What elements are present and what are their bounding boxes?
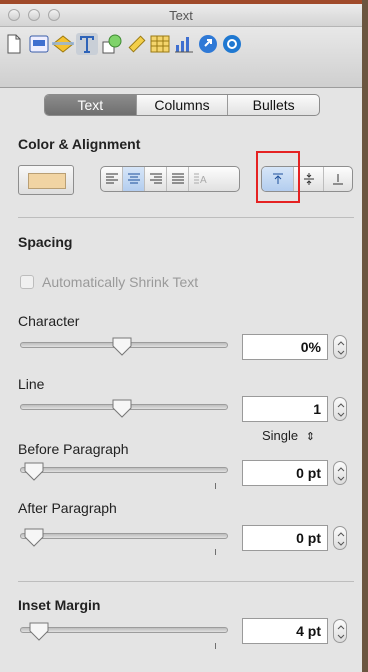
spacing-heading: Spacing <box>18 234 73 250</box>
slider-tick <box>215 549 216 555</box>
after-paragraph-slider-track[interactable] <box>20 533 228 539</box>
before-paragraph-slider-thumb[interactable] <box>24 462 44 482</box>
graphic-icon[interactable] <box>101 33 123 55</box>
after-paragraph-slider-thumb[interactable] <box>24 528 44 548</box>
divider <box>18 581 354 582</box>
background-strip-right <box>362 0 368 672</box>
inset-margin-slider-track[interactable] <box>20 627 228 633</box>
line-stepper[interactable] <box>333 397 347 421</box>
quicktime-icon[interactable] <box>221 33 243 55</box>
document-icon[interactable] <box>3 33 25 55</box>
after-paragraph-label: After Paragraph <box>18 500 117 516</box>
align-natural-button[interactable]: A <box>189 167 215 191</box>
shrink-text-label: Automatically Shrink Text <box>42 274 199 290</box>
text-color-swatch <box>28 173 66 189</box>
link-icon[interactable] <box>197 33 219 55</box>
inset-margin-slider-thumb[interactable] <box>29 622 49 642</box>
align-left-button[interactable] <box>101 167 123 191</box>
before-paragraph-value-field[interactable]: 0 pt <box>242 460 328 486</box>
before-paragraph-label: Before Paragraph <box>18 441 129 457</box>
table-icon[interactable] <box>149 33 171 55</box>
divider <box>18 217 354 218</box>
wrap-icon[interactable] <box>52 33 74 55</box>
character-label: Character <box>18 313 80 329</box>
inspector-tabs: Text Columns Bullets <box>44 94 320 116</box>
before-paragraph-slider-track[interactable] <box>20 467 228 473</box>
align-center-button[interactable] <box>123 167 145 191</box>
line-spacing-type-value: Single <box>262 428 299 443</box>
line-slider-thumb[interactable] <box>112 399 132 419</box>
inset-margin-value-field[interactable]: 4 pt <box>242 618 328 644</box>
metrics-icon[interactable] <box>125 33 147 55</box>
horizontal-alignment-group: A <box>100 166 240 192</box>
inset-margin-stepper[interactable] <box>333 619 347 643</box>
layout-icon[interactable] <box>28 33 50 55</box>
slider-tick <box>215 643 216 649</box>
shrink-text-checkbox[interactable] <box>20 275 34 289</box>
text-color-well[interactable] <box>18 165 74 195</box>
align-bottom-button[interactable] <box>324 167 352 191</box>
titlebar: Text <box>0 4 362 27</box>
window-title: Text <box>169 8 193 23</box>
svg-text:A: A <box>200 175 207 185</box>
character-stepper[interactable] <box>333 335 347 359</box>
before-paragraph-stepper[interactable] <box>333 461 347 485</box>
line-value-field[interactable]: 1 <box>242 396 328 422</box>
character-slider-thumb[interactable] <box>112 337 132 357</box>
text-icon[interactable] <box>76 33 98 55</box>
slider-tick <box>215 483 216 489</box>
line-spacing-type-select[interactable]: Single ⇕ <box>262 428 315 443</box>
tab-bullets[interactable]: Bullets <box>228 95 319 115</box>
line-label: Line <box>18 376 45 392</box>
character-value-field[interactable]: 0% <box>242 334 328 360</box>
color-alignment-heading: Color & Alignment <box>18 136 141 152</box>
after-paragraph-value-field[interactable]: 0 pt <box>242 525 328 551</box>
inspector-toolbar <box>0 27 362 88</box>
align-right-button[interactable] <box>145 167 167 191</box>
after-paragraph-stepper[interactable] <box>333 526 347 550</box>
tab-text[interactable]: Text <box>45 95 137 115</box>
highlight-box <box>256 151 300 203</box>
inset-margin-heading: Inset Margin <box>18 597 101 613</box>
tab-columns[interactable]: Columns <box>137 95 229 115</box>
chart-icon[interactable] <box>173 33 195 55</box>
align-justify-button[interactable] <box>167 167 189 191</box>
select-arrows-icon: ⇕ <box>305 431 315 443</box>
